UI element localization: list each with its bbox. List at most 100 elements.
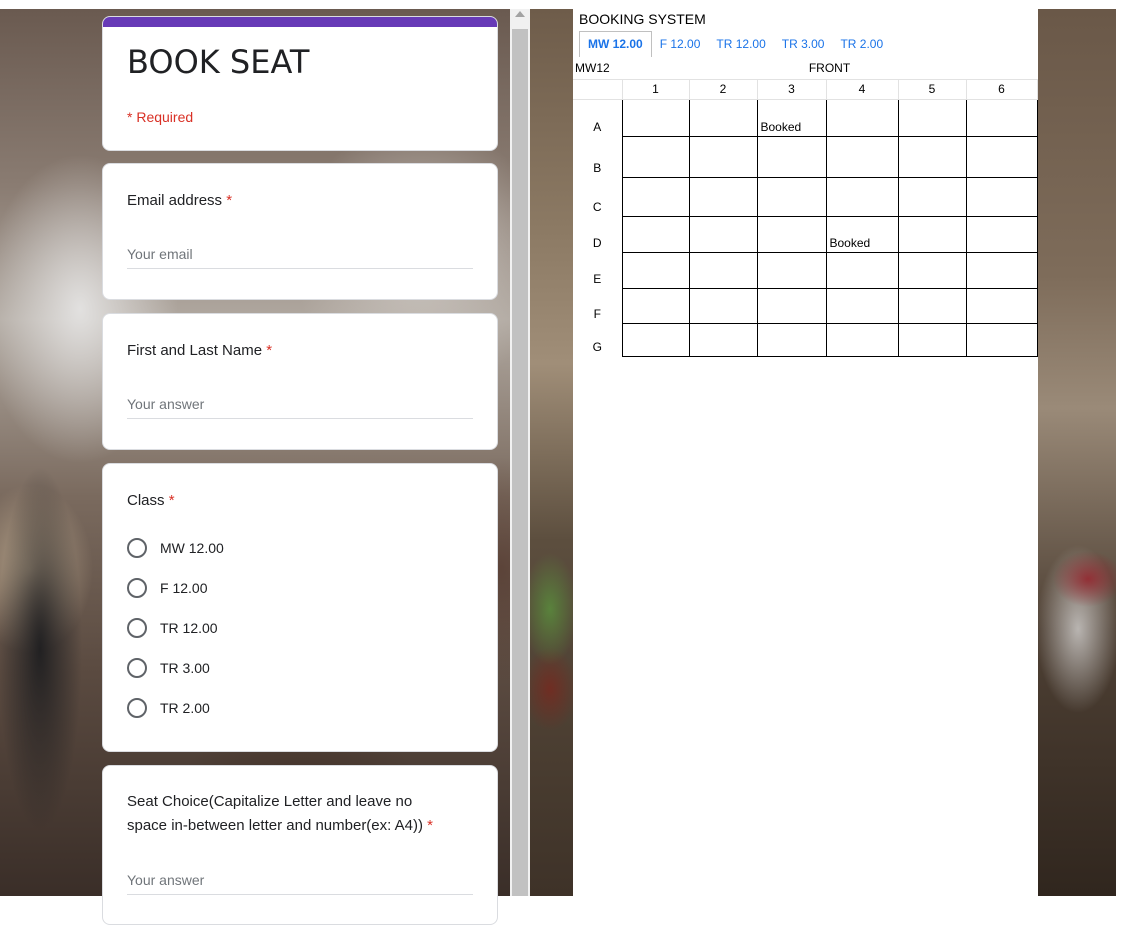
column-header: 5 <box>898 79 967 100</box>
radio-button[interactable] <box>127 538 147 558</box>
seat-row-a: A Booked <box>573 98 1038 137</box>
required-star: * <box>226 192 233 209</box>
tab-f-12[interactable]: F 12.00 <box>652 31 709 57</box>
seat-cell[interactable] <box>825 322 899 357</box>
seat-label: Seat Choice(Capitalize Letter and leave … <box>127 790 433 838</box>
seat-field[interactable] <box>127 866 473 895</box>
seat-cell[interactable] <box>897 135 967 178</box>
seat-cell[interactable] <box>756 287 827 324</box>
email-label: Email address * <box>127 189 232 213</box>
form-header-card: BOOK SEAT * Required <box>102 16 498 151</box>
seat-cell[interactable] <box>825 251 899 289</box>
radio-button[interactable] <box>127 618 147 638</box>
option-label: TR 12.00 <box>160 620 218 636</box>
seat-cell[interactable] <box>965 322 1038 357</box>
seat-cell[interactable] <box>621 322 690 357</box>
scrollbar-thumb[interactable] <box>512 29 528 896</box>
booking-sheet: BOOKING SYSTEM MW 12.00 F 12.00 TR 12.00… <box>573 9 1038 896</box>
class-label-text: Class <box>127 492 165 509</box>
seat-cell[interactable] <box>621 135 690 178</box>
class-question-card: Class * MW 12.00 F 12.00 TR 12.00 TR 3.0… <box>102 463 498 752</box>
name-field[interactable] <box>127 390 473 419</box>
seat-cell[interactable] <box>825 135 899 178</box>
radio-button[interactable] <box>127 698 147 718</box>
row-label: D <box>573 216 623 252</box>
seat-cell[interactable] <box>965 98 1038 137</box>
seat-cell[interactable] <box>688 251 758 289</box>
seat-cell[interactable] <box>756 322 827 357</box>
column-header: 3 <box>757 79 827 100</box>
class-option-mw-12[interactable]: MW 12.00 <box>127 536 224 560</box>
seat-cell[interactable] <box>688 176 758 217</box>
seat-cell[interactable] <box>825 176 899 217</box>
sheet-name-label: MW12 <box>573 58 622 80</box>
radio-button[interactable] <box>127 658 147 678</box>
seat-row-g: G <box>573 322 1038 357</box>
seat-cell[interactable] <box>897 287 967 324</box>
seat-cell[interactable] <box>897 251 967 289</box>
class-option-tr-3[interactable]: TR 3.00 <box>127 656 210 680</box>
class-option-f-12[interactable]: F 12.00 <box>127 576 207 600</box>
tab-tr-3[interactable]: TR 3.00 <box>774 31 833 57</box>
seat-cell[interactable] <box>688 135 758 178</box>
seat-cell[interactable] <box>756 176 827 217</box>
required-note: * Required <box>127 109 194 125</box>
seat-cell[interactable] <box>621 215 690 253</box>
form-accent-bar <box>103 17 497 27</box>
seat-cell[interactable] <box>825 287 899 324</box>
radio-button[interactable] <box>127 578 147 598</box>
required-star: * <box>266 342 273 359</box>
column-header: 6 <box>966 79 1038 100</box>
row-label: G <box>573 323 623 356</box>
sheet-title: BOOKING SYSTEM <box>579 11 706 27</box>
row-label: E <box>573 252 623 288</box>
seat-row-c: C <box>573 176 1038 217</box>
seat-cell[interactable] <box>965 135 1038 178</box>
seat-cell[interactable] <box>965 251 1038 289</box>
seat-label-line1: Seat Choice(Capitalize Letter and leave … <box>127 793 413 810</box>
seat-cell[interactable] <box>621 98 690 137</box>
seat-cell[interactable]: Booked <box>756 98 827 137</box>
seat-cell[interactable] <box>688 287 758 324</box>
background-image-right-strip <box>530 9 573 896</box>
seat-cell[interactable] <box>688 98 758 137</box>
seat-cell[interactable] <box>621 176 690 217</box>
scroll-up-arrow-icon[interactable] <box>515 11 525 17</box>
seat-cell[interactable] <box>897 322 967 357</box>
seat-cell[interactable] <box>756 251 827 289</box>
seat-cell[interactable] <box>621 287 690 324</box>
column-header: 2 <box>689 79 758 100</box>
seat-row-b: B <box>573 135 1038 178</box>
class-option-tr-12[interactable]: TR 12.00 <box>127 616 218 640</box>
seat-cell[interactable] <box>897 215 967 253</box>
email-field[interactable] <box>127 240 473 269</box>
seat-cell[interactable] <box>688 322 758 357</box>
option-label: MW 12.00 <box>160 540 224 556</box>
row-label: F <box>573 288 623 323</box>
required-star: * <box>427 817 434 834</box>
tab-tr-12[interactable]: TR 12.00 <box>708 31 773 57</box>
column-header: 4 <box>826 79 899 100</box>
seat-cell[interactable] <box>756 215 827 253</box>
seat-cell[interactable]: Booked <box>825 215 899 253</box>
seat-row-e: E <box>573 251 1038 289</box>
seat-cell[interactable] <box>965 176 1038 217</box>
row-label: A <box>573 99 623 136</box>
tab-mw-12[interactable]: MW 12.00 <box>579 31 652 57</box>
seat-cell[interactable] <box>897 98 967 137</box>
seat-cell[interactable] <box>965 215 1038 253</box>
seat-cell[interactable] <box>688 215 758 253</box>
seat-cell[interactable] <box>825 98 899 137</box>
tab-tr-2[interactable]: TR 2.00 <box>832 31 891 57</box>
seat-cell[interactable] <box>965 287 1038 324</box>
class-option-tr-2[interactable]: TR 2.00 <box>127 696 210 720</box>
seat-cell[interactable] <box>621 251 690 289</box>
seat-cell[interactable] <box>756 135 827 178</box>
row-label: C <box>573 177 623 216</box>
option-label: TR 3.00 <box>160 660 210 676</box>
seat-cell[interactable] <box>897 176 967 217</box>
vertical-scrollbar[interactable] <box>510 9 530 896</box>
front-label: FRONT <box>622 58 1037 80</box>
seat-question-card: Seat Choice(Capitalize Letter and leave … <box>102 765 498 925</box>
name-question-card: First and Last Name * <box>102 313 498 450</box>
